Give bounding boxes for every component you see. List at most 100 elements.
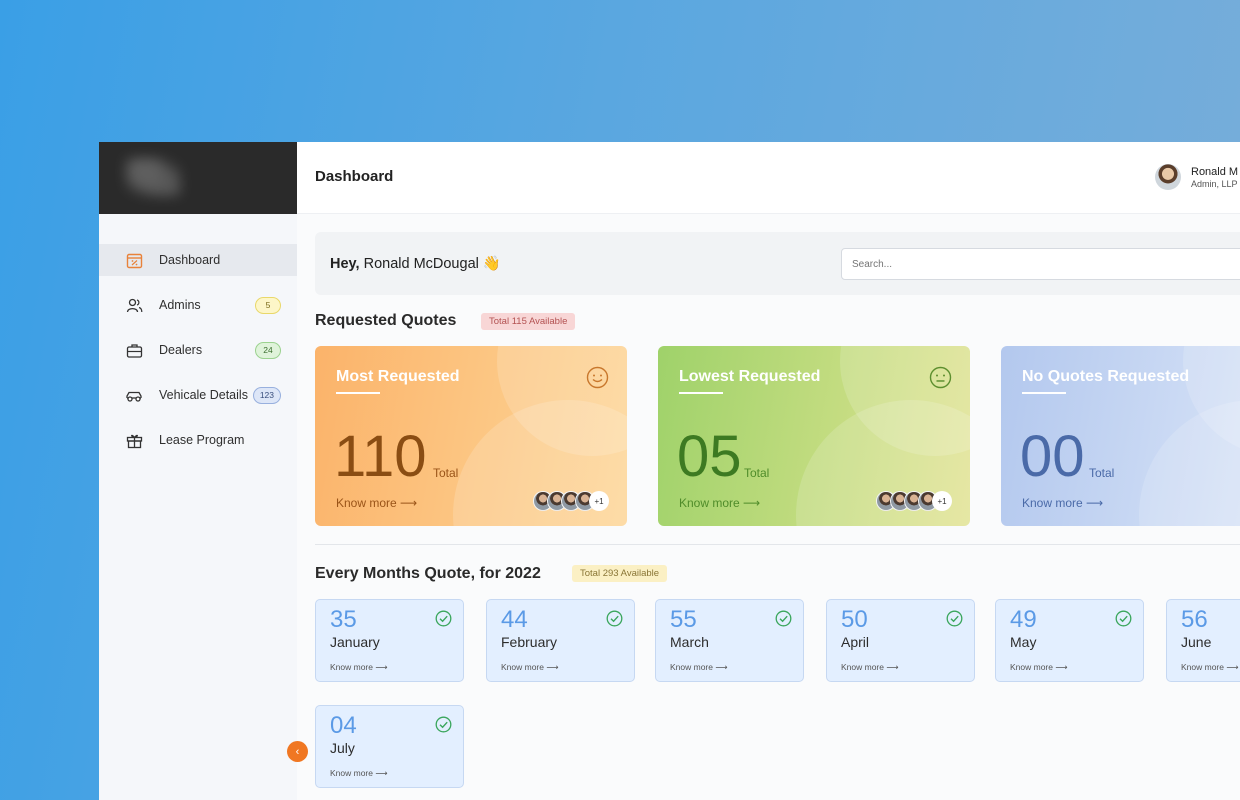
know-more-link[interactable]: Know more ⟶ <box>1010 662 1068 673</box>
card-total-label: Total <box>744 466 770 480</box>
know-more-label: Know more <box>1022 496 1083 510</box>
know-more-link[interactable]: Know more ⟶ <box>336 496 417 510</box>
logo[interactable] <box>99 142 297 214</box>
car-icon <box>125 386 143 404</box>
know-more-label: Know more <box>1181 662 1224 672</box>
check-circle-icon <box>775 610 792 632</box>
sidebar-item-label: Lease Program <box>159 433 245 447</box>
month-card-january[interactable]: 35 January Know more ⟶ <box>315 599 464 682</box>
admins-count-badge: 5 <box>255 296 281 314</box>
know-more-link[interactable]: Know more ⟶ <box>330 662 388 673</box>
arrow-right-icon: ⟶ <box>743 496 761 510</box>
main-content: Hey, Ronald McDougal 👋 Requested Quotes … <box>297 214 1240 800</box>
user-role: Admin, LLP <box>1191 178 1238 189</box>
users-icon <box>125 296 143 314</box>
user-menu[interactable]: Ronald M Admin, LLP <box>1155 164 1238 190</box>
most-requested-card[interactable]: Most Requested 110 Total Know more ⟶ +1 <box>315 346 627 526</box>
know-more-link[interactable]: Know more ⟶ <box>501 662 559 673</box>
know-more-label: Know more <box>1010 662 1053 672</box>
month-value: 55 <box>670 606 697 633</box>
calendar-percent-icon <box>125 251 143 269</box>
know-more-label: Know more <box>670 662 713 672</box>
greeting-prefix: Hey, <box>330 256 360 272</box>
sidebar-item-lease-program[interactable]: Lease Program <box>99 424 297 456</box>
page-title: Dashboard <box>315 168 394 185</box>
month-card-may[interactable]: 49 May Know more ⟶ <box>995 599 1144 682</box>
greeting-bar: Hey, Ronald McDougal 👋 <box>315 232 1240 295</box>
collapse-sidebar-button[interactable]: ‹ <box>287 741 308 762</box>
requested-quotes-title: Requested Quotes <box>315 312 457 329</box>
month-card-june[interactable]: 56 June Know more ⟶ <box>1166 599 1240 682</box>
month-label: July <box>330 740 355 756</box>
title-underline <box>679 392 723 394</box>
month-value: 44 <box>501 606 528 633</box>
title-underline <box>1022 392 1066 394</box>
greeting-name: Ronald McDougal <box>363 256 479 272</box>
check-circle-icon <box>946 610 963 632</box>
month-card-march[interactable]: 55 March Know more ⟶ <box>655 599 804 682</box>
month-label: June <box>1181 634 1212 650</box>
card-title: Most Requested <box>336 368 460 385</box>
know-more-link[interactable]: Know more ⟶ <box>1181 662 1239 673</box>
wave-emoji: 👋 <box>482 256 501 272</box>
month-label: May <box>1010 634 1037 650</box>
know-more-label: Know more <box>336 496 397 510</box>
card-value: 00 <box>1020 424 1085 489</box>
arrow-right-icon: ⟶ <box>375 662 388 672</box>
search-input[interactable] <box>841 248 1240 280</box>
avatar-group[interactable]: +1 <box>876 491 952 511</box>
know-more-label: Know more <box>679 496 740 510</box>
avatar-extra-count: +1 <box>932 491 952 511</box>
sidebar-item-label: Dealers <box>159 343 203 357</box>
sidebar-item-dealers[interactable]: Dealers 24 <box>99 334 297 366</box>
know-more-link[interactable]: Know more ⟶ <box>330 768 388 779</box>
month-label: January <box>330 634 380 650</box>
month-value: 50 <box>841 606 868 633</box>
know-more-label: Know more <box>841 662 884 672</box>
know-more-label: Know more <box>330 768 373 778</box>
sidebar-item-admins[interactable]: Admins 5 <box>99 289 297 321</box>
no-quotes-requested-card[interactable]: No Quotes Requested 00 Total Know more ⟶ <box>1001 346 1240 526</box>
app-window: Dashboard Admins 5 Dealers 24 Vehicale D… <box>99 142 1240 800</box>
arrow-right-icon: ⟶ <box>1086 496 1104 510</box>
arrow-right-icon: ⟶ <box>375 768 388 778</box>
sidebar-item-vehicle-details[interactable]: Vehicale Details 123 <box>99 379 297 411</box>
month-value: 56 <box>1181 606 1208 633</box>
gift-icon <box>125 431 143 449</box>
check-circle-icon <box>435 716 452 738</box>
neutral-face-icon <box>929 366 952 394</box>
top-header: Dashboard Ronald M Admin, LLP <box>297 142 1240 214</box>
card-value: 110 <box>334 424 427 489</box>
month-card-july[interactable]: 04 July Know more ⟶ <box>315 705 464 788</box>
sidebar-item-label: Dashboard <box>159 253 221 267</box>
monthly-quotes-title: Every Months Quote, for 2022 <box>315 565 541 582</box>
month-card-april[interactable]: 50 April Know more ⟶ <box>826 599 975 682</box>
know-more-link[interactable]: Know more ⟶ <box>841 662 899 673</box>
check-circle-icon <box>606 610 623 632</box>
card-total-label: Total <box>1089 466 1115 480</box>
card-value: 05 <box>677 424 742 489</box>
section-divider <box>315 544 1240 545</box>
avatar-extra-count: +1 <box>589 491 609 511</box>
month-card-february[interactable]: 44 February Know more ⟶ <box>486 599 635 682</box>
arrow-right-icon: ⟶ <box>1226 662 1239 672</box>
card-title: No Quotes Requested <box>1022 368 1190 385</box>
sidebar-nav: Dashboard Admins 5 Dealers 24 Vehicale D… <box>99 244 297 456</box>
arrow-right-icon: ⟶ <box>715 662 728 672</box>
know-more-link[interactable]: Know more ⟶ <box>670 662 728 673</box>
card-title: Lowest Requested <box>679 368 821 385</box>
arrow-right-icon: ⟶ <box>1055 662 1068 672</box>
month-label: March <box>670 634 709 650</box>
know-more-link[interactable]: Know more ⟶ <box>1022 496 1103 510</box>
month-value: 49 <box>1010 606 1037 633</box>
know-more-link[interactable]: Know more ⟶ <box>679 496 760 510</box>
user-name: Ronald M <box>1191 165 1239 178</box>
avatar-group[interactable]: +1 <box>533 491 609 511</box>
avatar[interactable] <box>1155 164 1181 190</box>
know-more-label: Know more <box>501 662 544 672</box>
card-total-label: Total <box>433 466 459 480</box>
lowest-requested-card[interactable]: Lowest Requested 05 Total Know more ⟶ +1 <box>658 346 970 526</box>
sidebar-item-dashboard[interactable]: Dashboard <box>99 244 297 276</box>
monthly-total-pill: Total 293 Available <box>572 565 668 582</box>
requested-quotes-total-pill: Total 115 Available <box>481 313 576 330</box>
